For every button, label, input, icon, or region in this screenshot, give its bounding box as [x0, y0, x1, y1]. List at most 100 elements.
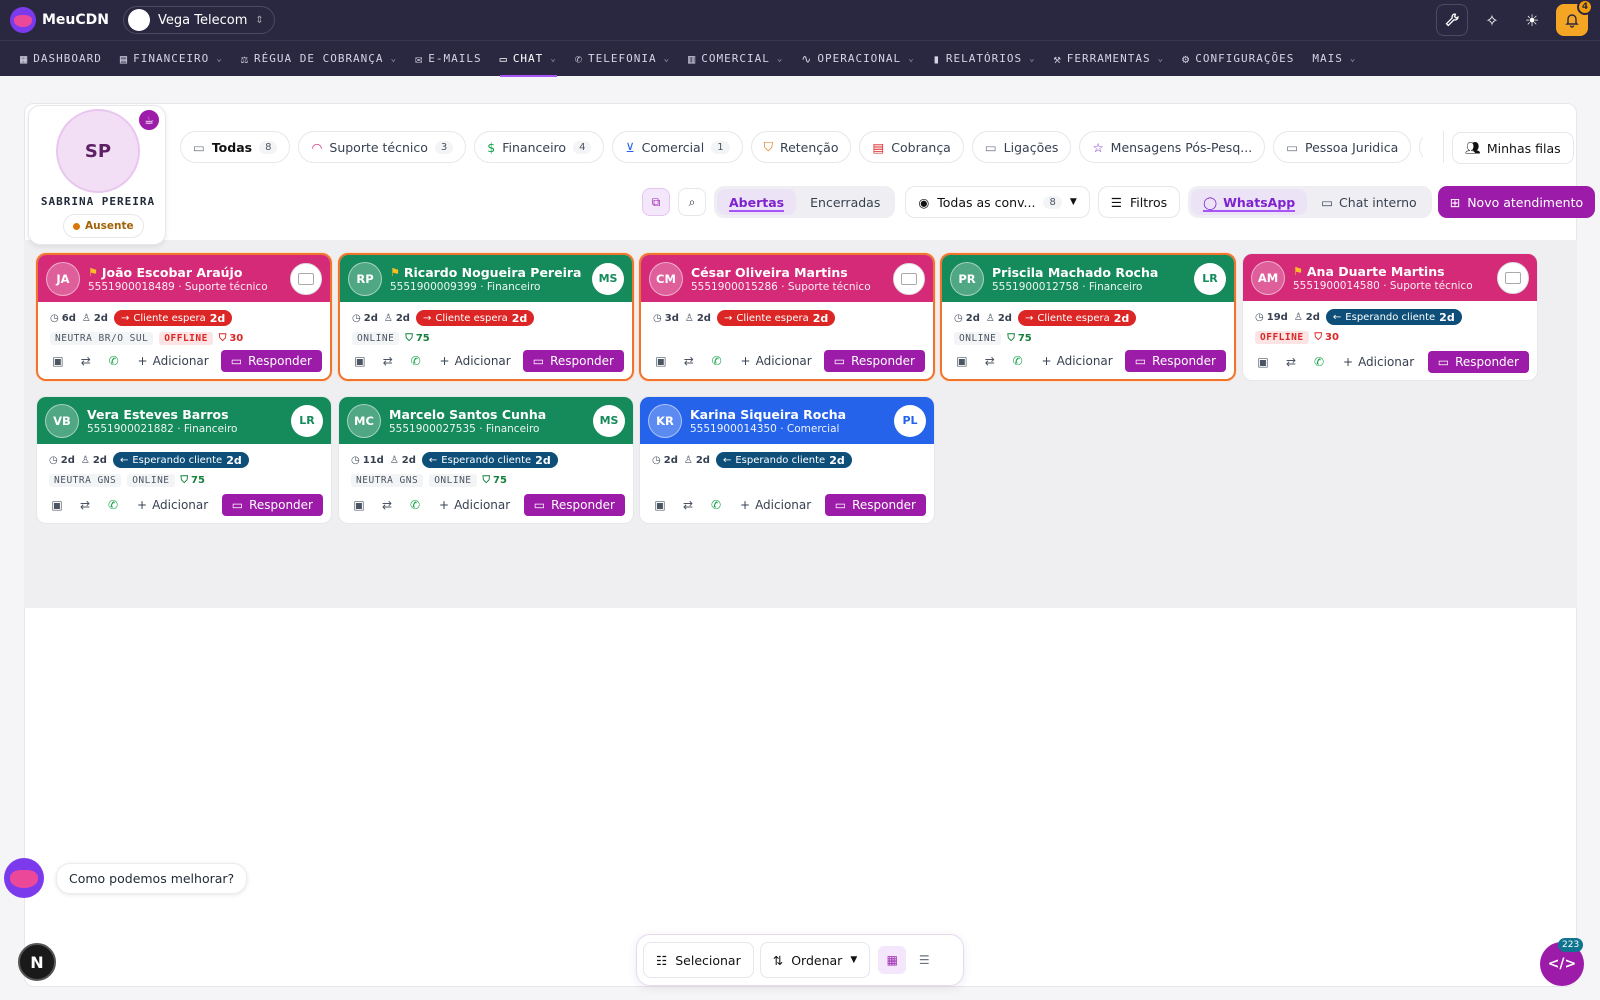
grid-view-button[interactable]: ▦: [878, 946, 907, 974]
tab-encerradas[interactable]: Encerradas: [798, 189, 892, 215]
phone-icon[interactable]: ✆: [709, 353, 725, 369]
contact-icon[interactable]: ▣: [50, 353, 66, 369]
nav-item-financeiro[interactable]: ▤ FINANCEIRO ⌄: [112, 41, 231, 77]
notifications-button[interactable]: 4: [1556, 0, 1593, 36]
phone-icon[interactable]: ✆: [1311, 354, 1327, 370]
queue-tab[interactable]: ☆ Mensagens Pós-Pesq...: [1079, 131, 1266, 163]
transfer-icon[interactable]: ⇄: [681, 353, 697, 369]
theme-toggle[interactable]: ☀: [1516, 4, 1548, 36]
respond-button[interactable]: ▭ Responder: [523, 494, 625, 516]
conversation-card[interactable]: RP ⚑ Ricardo Nogueira Pereira 5551900009399…: [338, 253, 634, 381]
nav-item-comercial[interactable]: ▥ COMERCIAL ⌄: [680, 41, 791, 77]
nav-item-telefonia[interactable]: ✆ TELEFONIA ⌄: [567, 41, 678, 77]
user-profile-card[interactable]: SP ☕ SABRINA PEREIRA Ausente: [28, 105, 166, 245]
nav-item-mais[interactable]: MAIS ⌄: [1304, 41, 1364, 77]
phone-icon[interactable]: ✆: [106, 353, 122, 369]
conversation-card[interactable]: KR Karina Siqueira Rocha 5551900014350 · C…: [639, 396, 935, 524]
respond-button[interactable]: ▭ Responder: [522, 350, 624, 372]
tab-chat-interno[interactable]: ▭ Chat interno: [1309, 189, 1428, 215]
phone-icon[interactable]: ✆: [105, 497, 121, 513]
phone-icon[interactable]: ✆: [407, 497, 423, 513]
queue-tab[interactable]: ▭ Pessoa Juridica: [1273, 131, 1412, 163]
new-conversation-button[interactable]: ⊞ Novo atendimento: [1437, 186, 1596, 218]
respond-button[interactable]: ▭ Responder: [220, 350, 322, 372]
queue-tab[interactable]: ⛉ Retenção: [750, 131, 852, 163]
respond-button[interactable]: ▭ Responder: [1427, 351, 1529, 373]
conversation-card[interactable]: AM ⚑ Ana Duarte Martins 5551900014580 · Sup…: [1242, 253, 1538, 381]
phone-icon[interactable]: ✆: [1010, 353, 1026, 369]
conversation-filter-select[interactable]: ◉ Todas as conv... 8 ▼: [905, 186, 1090, 218]
add-button[interactable]: + Adicionar: [439, 498, 510, 512]
contact-icon[interactable]: ▣: [352, 353, 368, 369]
ai-button[interactable]: ✧: [1476, 4, 1508, 36]
transfer-icon[interactable]: ⇄: [77, 497, 93, 513]
add-button[interactable]: + Adicionar: [138, 354, 209, 368]
feedback-widget[interactable]: Como podemos melhorar?: [4, 858, 248, 898]
phone-icon[interactable]: ✆: [708, 497, 724, 513]
select-button[interactable]: ☷ Selecionar: [643, 942, 754, 978]
add-button[interactable]: + Adicionar: [1343, 355, 1414, 369]
sort-button[interactable]: ⇅ Ordenar ▼: [759, 942, 871, 978]
status-badge[interactable]: Ausente: [63, 214, 144, 238]
company-switcher[interactable]: Vega Telecom ⇕: [123, 6, 275, 34]
nav-item-r-gua-de-cobran-a[interactable]: ⚖ RÉGUA DE COBRANÇA ⌄: [233, 41, 405, 77]
add-button[interactable]: + Adicionar: [137, 498, 208, 512]
conversation-card[interactable]: CM César Oliveira Martins 5551900015286 · …: [639, 253, 935, 381]
add-button[interactable]: + Adicionar: [740, 498, 811, 512]
conversation-card[interactable]: MC Marcelo Santos Cunha 5551900027535 · Fi…: [338, 396, 634, 524]
queue-tab[interactable]: ▭ Todas 8: [180, 131, 291, 163]
conversation-card[interactable]: VB Vera Esteves Barros 5551900021882 · Fin…: [36, 396, 332, 524]
transfer-icon[interactable]: ⇄: [380, 353, 396, 369]
queue-tab[interactable]: ▭ Ligações: [971, 131, 1072, 163]
phone-icon[interactable]: ✆: [408, 353, 424, 369]
respond-button[interactable]: ▭ Responder: [1124, 350, 1226, 372]
contact-icon[interactable]: ▣: [653, 353, 669, 369]
nav-item-e-mails[interactable]: ✉ E-MAILS: [407, 41, 490, 77]
app-logo[interactable]: MeuCDN: [10, 7, 109, 33]
filters-button[interactable]: ☰ Filtros: [1097, 186, 1181, 218]
add-button[interactable]: + Adicionar: [440, 354, 511, 368]
conversation-card[interactable]: JA ⚑ João Escobar Araújo 5551900018489 · Su…: [36, 253, 332, 381]
coffee-icon[interactable]: ☕: [137, 108, 161, 132]
contact-icon[interactable]: ▣: [954, 353, 970, 369]
respond-button[interactable]: ▭ Responder: [823, 350, 925, 372]
queue-tab[interactable]: $ Financeiro 4: [474, 131, 605, 163]
agent-avatar[interactable]: MS: [592, 262, 624, 295]
copy-button[interactable]: ⧉: [642, 188, 670, 216]
add-button[interactable]: + Adicionar: [741, 354, 812, 368]
avatar[interactable]: SP: [56, 109, 140, 193]
queue-tab[interactable]: ▭: [1419, 131, 1423, 163]
contact-icon[interactable]: ▣: [351, 497, 367, 513]
agent-avatar[interactable]: [290, 262, 322, 295]
tab-abertas[interactable]: Abertas: [717, 189, 797, 215]
queue-tab[interactable]: ⊻ Comercial 1: [612, 131, 743, 163]
list-view-button[interactable]: ☰: [910, 946, 938, 974]
nav-item-configura-es[interactable]: ⚙ CONFIGURAÇÕES: [1174, 41, 1302, 77]
respond-button[interactable]: ▭ Responder: [824, 494, 926, 516]
agent-avatar[interactable]: PL: [894, 404, 926, 437]
contact-icon[interactable]: ▣: [1255, 354, 1271, 370]
transfer-icon[interactable]: ⇄: [1283, 354, 1299, 370]
add-button[interactable]: + Adicionar: [1042, 354, 1113, 368]
transfer-icon[interactable]: ⇄: [379, 497, 395, 513]
transfer-icon[interactable]: ⇄: [78, 353, 94, 369]
nav-item-dashboard[interactable]: ▦ DASHBOARD: [12, 41, 110, 77]
tab-whatsapp[interactable]: ◯ WhatsApp: [1191, 189, 1308, 215]
agent-avatar[interactable]: LR: [1194, 262, 1226, 295]
agent-avatar[interactable]: [1497, 261, 1529, 294]
queue-tab[interactable]: ▤ Cobrança: [859, 131, 964, 163]
nav-item-ferramentas[interactable]: ⚒ FERRAMENTAS ⌄: [1046, 41, 1173, 77]
queue-tab[interactable]: ◠ Suporte técnico 3: [298, 131, 467, 163]
feedback-prompt[interactable]: Como podemos melhorar?: [56, 862, 248, 894]
conversation-card[interactable]: PR Priscila Machado Rocha 5551900012758 · …: [940, 253, 1236, 381]
nav-item-chat[interactable]: ▭ CHAT ⌄: [492, 41, 565, 77]
agent-avatar[interactable]: [893, 262, 925, 295]
agent-avatar[interactable]: LR: [291, 404, 323, 437]
transfer-icon[interactable]: ⇄: [982, 353, 998, 369]
nav-item-relat-rios[interactable]: ▮ RELATÓRIOS ⌄: [925, 41, 1044, 77]
my-queues-button[interactable]: 👥︎ Minhas filas: [1452, 132, 1574, 164]
contact-icon[interactable]: ▣: [49, 497, 65, 513]
search-button[interactable]: ⌕: [678, 188, 706, 216]
n-button[interactable]: N: [18, 943, 56, 981]
nav-item-operacional[interactable]: ∿ OPERACIONAL ⌄: [793, 41, 922, 77]
